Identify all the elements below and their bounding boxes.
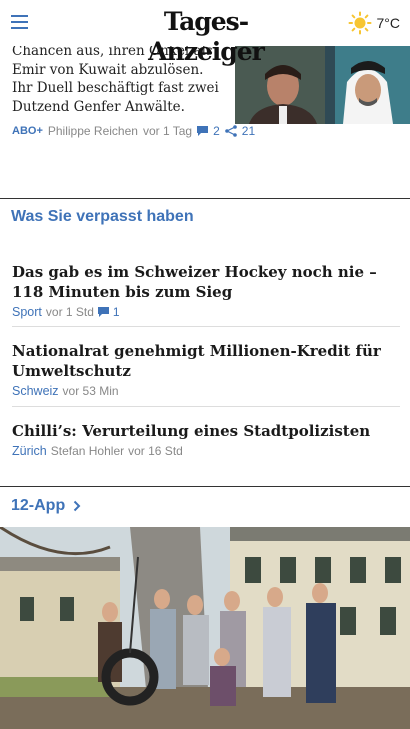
- teaser-line: Ihr Duell beschäftigt fast zwei: [12, 80, 219, 96]
- item-category[interactable]: Sport: [12, 305, 42, 319]
- item-author: Stefan Hohler: [50, 444, 125, 458]
- site-header: Tages-Anzeiger 7°C: [0, 0, 410, 66]
- item-meta: Zürich Stefan Hohler vor 16 Std: [12, 444, 400, 458]
- item-meta: Schweiz vor 53 Min: [12, 384, 400, 398]
- sun-icon: [348, 11, 371, 35]
- app-section-label: 12-App: [11, 497, 66, 514]
- site-logo[interactable]: Tages-Anzeiger: [120, 7, 292, 66]
- article-time: vor 1 Tag: [142, 124, 193, 138]
- share-count[interactable]: 21: [242, 124, 255, 138]
- section-title-missed[interactable]: Was Sie verpasst haben: [11, 208, 194, 226]
- list-item[interactable]: Nationalrat genehmigt Millionen-Kredit f…: [12, 341, 400, 398]
- list-item[interactable]: Chilli’s: Verurteilung eines Stadtpolizi…: [12, 421, 400, 458]
- menu-icon[interactable]: [11, 15, 28, 29]
- share-icon[interactable]: [224, 125, 237, 137]
- article-meta: ABO+ Philippe Reichen vor 1 Tag 2 21: [12, 124, 255, 138]
- section-divider: [0, 486, 410, 487]
- item-divider: [12, 326, 400, 327]
- item-divider: [12, 406, 400, 407]
- item-headline[interactable]: Chilli’s: Verurteilung eines Stadtpolizi…: [12, 421, 400, 441]
- item-time: vor 53 Min: [62, 384, 119, 398]
- list-item[interactable]: Das gab es im Schweizer Hockey noch nie …: [12, 262, 400, 319]
- section-divider: [0, 198, 410, 199]
- comment-count[interactable]: 1: [113, 305, 120, 319]
- item-time: vor 16 Std: [128, 444, 183, 458]
- teaser-line: Dutzend Genfer Anwälte.: [12, 98, 185, 115]
- feature-image[interactable]: [0, 527, 410, 729]
- abo-badge: ABO+: [12, 125, 43, 137]
- item-headline[interactable]: Das gab es im Schweizer Hockey noch nie …: [12, 262, 400, 302]
- article-teaser[interactable]: Chancen aus, ihren Onkel als Emir von Ku…: [0, 43, 410, 196]
- app-section-link[interactable]: 12-App: [11, 497, 81, 515]
- temperature: 7°C: [376, 15, 401, 31]
- item-category[interactable]: Schweiz: [12, 384, 59, 398]
- item-time: vor 1 Std: [45, 305, 94, 319]
- item-category[interactable]: Zürich: [12, 444, 47, 458]
- item-headline[interactable]: Nationalrat genehmigt Millionen-Kredit f…: [12, 341, 400, 381]
- item-meta: Sport vor 1 Std 1: [12, 305, 400, 319]
- comment-count[interactable]: 2: [213, 124, 220, 138]
- article-author: Philippe Reichen: [47, 124, 138, 138]
- comment-icon: [197, 126, 209, 136]
- chevron-right-icon: [74, 500, 81, 512]
- comment-icon: [97, 307, 109, 317]
- weather-widget[interactable]: 7°C: [348, 10, 401, 36]
